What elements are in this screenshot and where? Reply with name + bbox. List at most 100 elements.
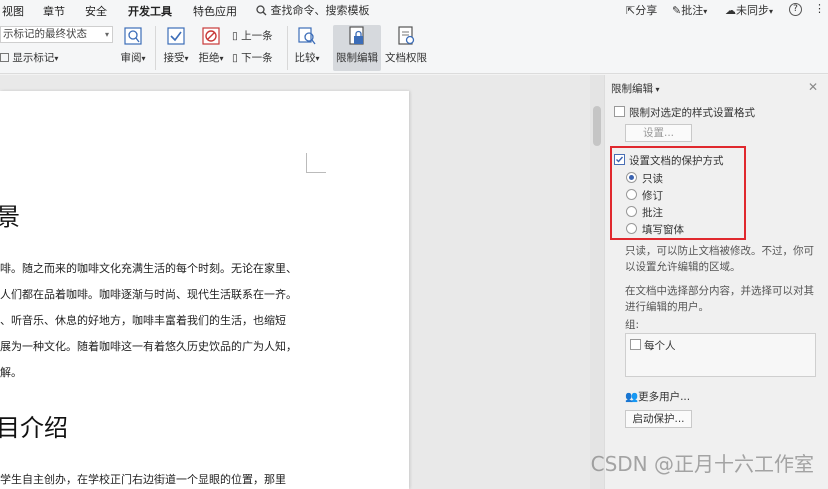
review-button[interactable]: 审阅▾ — [118, 25, 148, 71]
accept-button[interactable]: 接受▾ — [161, 25, 191, 71]
restrict-format-label: 限制对选定的样式设置格式 — [629, 107, 755, 119]
radio-fill-forms[interactable] — [626, 223, 637, 234]
option-read-only-label: 只读 — [642, 173, 663, 185]
restrict-editing-panel: 限制编辑 ▾ ✕ 限制对选定的样式设置格式 设置... 设置文档的保护方式 只读… — [604, 75, 828, 489]
review-icon — [124, 27, 142, 45]
chevron-down-icon: ▾ — [653, 85, 660, 94]
search-icon — [256, 5, 267, 16]
option-fill-forms-label: 填写窗体 — [642, 224, 684, 236]
protection-method-checkbox[interactable] — [614, 154, 625, 165]
sync-status[interactable]: ☁未同步▾ — [725, 2, 773, 18]
markup-state-dropdown[interactable]: 示标记的最终状态 ▾ — [0, 26, 113, 43]
panel-title[interactable]: 限制编辑 ▾ — [611, 81, 660, 96]
ribbon-toolbar: 示标记的最终状态 ▾ 显示标记▾ 审阅▾ 接受▾ 拒绝▾ ▯ 上一条 ▯ 下一条… — [0, 20, 828, 74]
document-page[interactable]: 景 啡。随之而来的咖啡文化充满生活的每个时刻。无论在家里、 人们都在品着咖啡。咖… — [0, 91, 409, 489]
panel-title-text: 限制编辑 — [611, 83, 653, 95]
share-button[interactable]: ⇱分享 — [626, 2, 657, 18]
review-label: 审阅 — [120, 52, 142, 64]
option-track-changes-label: 修订 — [642, 190, 663, 202]
chevron-down-icon: ▾ — [769, 7, 774, 16]
restrict-editing-label: 限制编辑 — [336, 52, 378, 64]
radio-track-changes[interactable] — [626, 189, 637, 200]
compare-button[interactable]: 比较▾ — [292, 25, 322, 71]
more-users-label: 更多用户... — [638, 391, 691, 403]
command-search[interactable]: 查找命令、搜索模板 — [256, 2, 370, 18]
previous-change-button[interactable]: ▯ 上一条 — [232, 28, 273, 43]
everyone-checkbox[interactable] — [630, 339, 641, 350]
ribbon-divider — [287, 26, 288, 70]
more-icon[interactable]: ⋮ — [814, 2, 825, 15]
page-up-icon: ▯ — [232, 30, 238, 42]
chevron-down-icon: ▾ — [184, 54, 189, 63]
menu-bar: 视图 章节 安全 开发工具 特色应用 查找命令、搜索模板 ⇱分享 ✎批注▾ ☁未… — [0, 0, 828, 20]
heading-project-intro: 目介绍 — [0, 414, 68, 442]
group-label: 组: — [625, 319, 640, 331]
next-change-label: 下一条 — [241, 52, 273, 64]
reject-icon — [202, 27, 220, 45]
previous-change-label: 上一条 — [241, 30, 273, 42]
more-users-link[interactable]: 👥更多用户... — [625, 389, 690, 404]
annotate-menu[interactable]: ✎批注▾ — [672, 2, 707, 18]
document-permission-label: 文档权限 — [385, 52, 427, 64]
radio-read-only[interactable] — [626, 172, 637, 183]
help-icon[interactable]: ? — [789, 3, 802, 16]
reject-button[interactable]: 拒绝▾ — [196, 25, 226, 71]
show-markup-button[interactable]: 显示标记▾ — [0, 50, 58, 65]
menu-security[interactable]: 安全 — [85, 3, 107, 19]
share-icon: ⇱ — [626, 4, 636, 17]
chevron-down-icon: ▾ — [703, 7, 708, 16]
start-protection-button[interactable]: 启动保护... — [625, 410, 692, 428]
check-icon — [616, 156, 624, 163]
paragraph-line: 、听音乐、休息的好地方，咖啡丰富着我们的生活，也缩短 — [0, 314, 286, 327]
chevron-down-icon: ▾ — [54, 54, 59, 63]
document-permission-button[interactable]: 文档权限 — [384, 25, 428, 71]
menu-view[interactable]: 视图 — [2, 3, 24, 19]
protection-method-label: 设置文档的保护方式 — [629, 155, 724, 167]
users-icon: 👥 — [625, 391, 639, 403]
menu-special-apps[interactable]: 特色应用 — [193, 3, 237, 19]
read-only-description: 只读，可以防止文档被修改。不过，你可 — [625, 245, 814, 257]
chevron-down-icon: ▾ — [315, 54, 320, 63]
read-only-description: 以设置允许编辑的区域。 — [625, 261, 741, 273]
reject-label: 拒绝 — [198, 52, 220, 64]
cloud-icon: ☁ — [725, 4, 736, 17]
margin-corner-mark — [306, 153, 326, 173]
scrollbar-thumb[interactable] — [593, 106, 601, 146]
group-list[interactable]: 每个人 — [625, 333, 816, 377]
radio-comments[interactable] — [626, 206, 637, 217]
compare-label: 比较 — [294, 52, 316, 64]
menu-developer-tools[interactable]: 开发工具 — [128, 3, 172, 19]
option-comments-label: 批注 — [642, 207, 663, 219]
page-down-icon: ▯ — [232, 52, 238, 64]
chevron-down-icon: ▾ — [141, 54, 146, 63]
chevron-down-icon: ▾ — [219, 54, 224, 63]
format-settings-button[interactable]: 设置... — [625, 124, 692, 142]
select-content-description: 进行编辑的用户。 — [625, 301, 709, 313]
annotate-icon: ✎ — [672, 4, 682, 17]
document-canvas[interactable]: 景 啡。随之而来的咖啡文化充满生活的每个时刻。无论在家里、 人们都在品着咖啡。咖… — [0, 75, 590, 489]
markup-state-value: 示标记的最终状态 — [3, 28, 87, 40]
restrict-format-checkbox[interactable] — [614, 106, 625, 117]
annotate-label: 批注 — [681, 4, 704, 17]
sync-label: 未同步 — [736, 4, 769, 17]
watermark: CSDN @正月十六工作室 — [590, 452, 814, 476]
select-content-description: 在文档中选择部分内容，并选择可以对其 — [625, 285, 814, 297]
menu-section[interactable]: 章节 — [43, 3, 65, 19]
compare-icon — [298, 27, 316, 45]
share-label: 分享 — [635, 4, 658, 17]
paragraph-line: 学生自主创办，在学校正门右边街道一个显眼的位置，那里 — [0, 473, 286, 486]
paragraph-line: 展为一种文化。随着咖啡这一有着悠久历史饮品的广为人知， — [0, 340, 297, 353]
paragraph-line: 人们都在品着咖啡。咖啡逐渐与时尚、现代生活联系在一齐。 — [0, 288, 297, 301]
show-markup-label: 显示标记 — [12, 52, 55, 64]
ribbon-divider — [155, 26, 156, 70]
search-placeholder: 查找命令、搜索模板 — [270, 4, 370, 17]
markup-icon — [0, 53, 9, 62]
restrict-editing-button[interactable]: 限制编辑 — [333, 25, 381, 71]
paragraph-line: 啡。随之而来的咖啡文化充满生活的每个时刻。无论在家里、 — [0, 262, 297, 275]
close-icon[interactable]: ✕ — [808, 80, 818, 94]
document-permission-icon — [398, 26, 415, 45]
accept-label: 接受 — [163, 52, 185, 64]
next-change-button[interactable]: ▯ 下一条 — [232, 50, 273, 65]
heading-background: 景 — [0, 203, 20, 231]
accept-icon — [167, 27, 185, 45]
